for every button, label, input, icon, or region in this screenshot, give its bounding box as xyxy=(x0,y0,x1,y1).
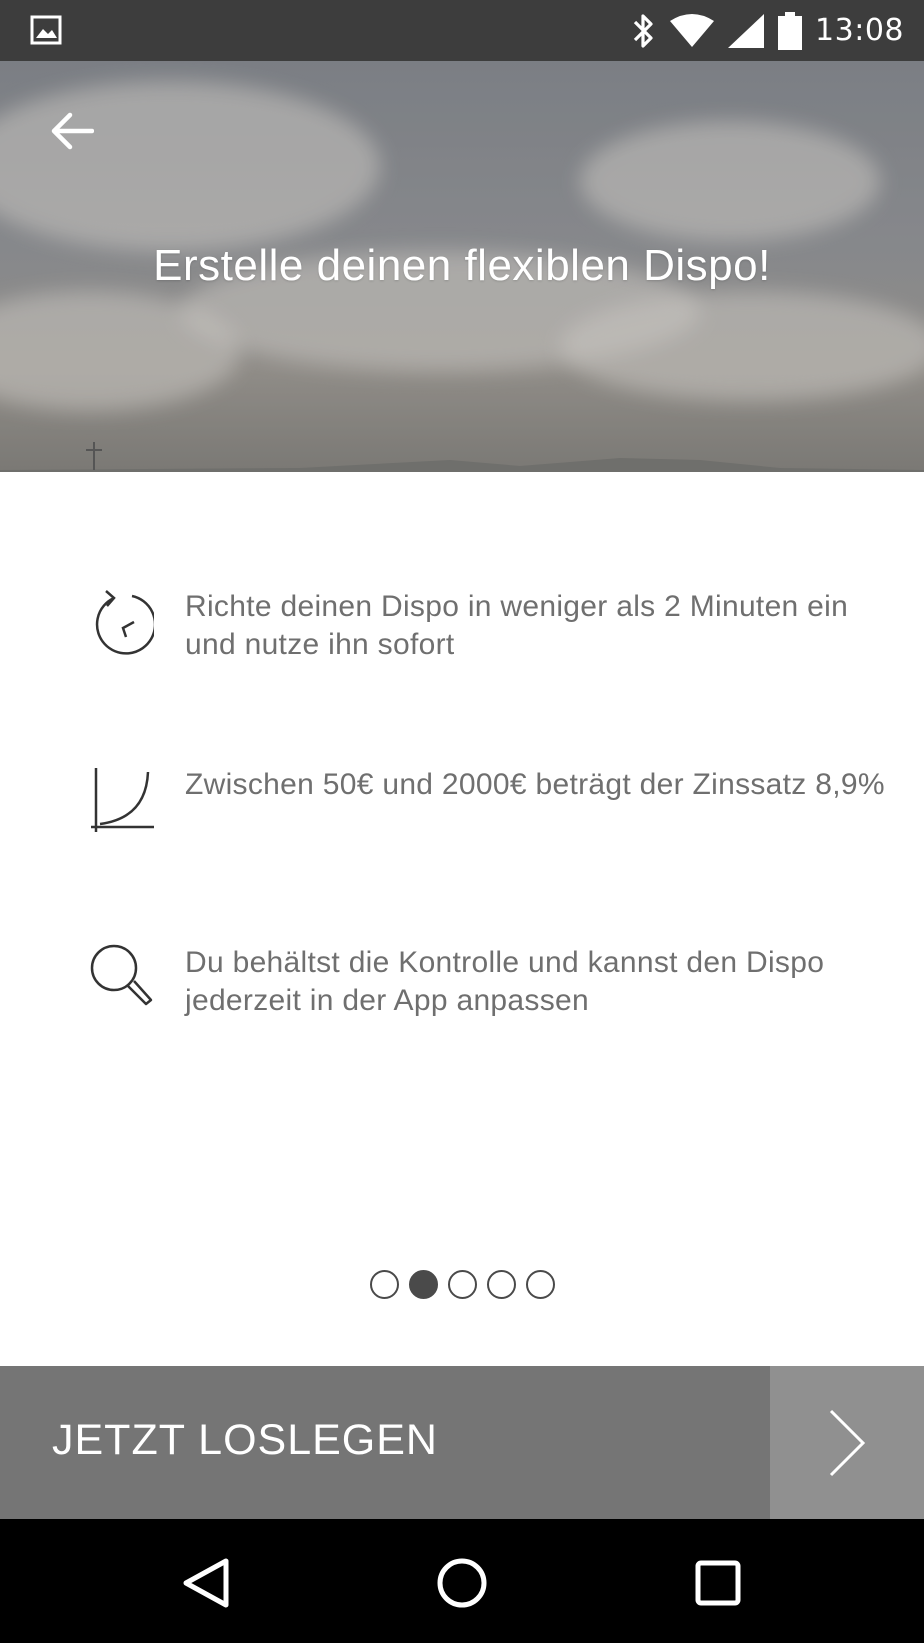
next-button[interactable] xyxy=(770,1366,924,1519)
gallery-notification-icon xyxy=(30,15,62,45)
back-button[interactable] xyxy=(46,105,98,157)
clock-refresh-icon xyxy=(95,590,154,655)
feature-text: Du behältst die Kontrolle und kannst den… xyxy=(185,946,825,1017)
wifi-icon xyxy=(670,13,715,47)
get-started-label: JETZT LOSLEGEN xyxy=(52,1416,438,1464)
chevron-right-icon xyxy=(829,1409,866,1476)
page-dot-2[interactable] xyxy=(408,1270,438,1299)
page-dot-1[interactable] xyxy=(369,1270,399,1299)
clock-time: 13:08 xyxy=(815,13,904,48)
growth-curve-icon xyxy=(91,768,154,832)
get-started-button[interactable]: JETZT LOSLEGEN xyxy=(0,1366,770,1519)
status-bar: 13:08 xyxy=(0,0,924,61)
horizon-silhouette xyxy=(0,442,924,472)
arrow-left-icon xyxy=(51,112,94,150)
page-indicator xyxy=(0,1270,924,1304)
back-triangle-icon[interactable] xyxy=(176,1553,236,1613)
recents-square-icon[interactable] xyxy=(688,1553,748,1613)
feature-item-interest-rate: Zwischen 50€ und 2000€ beträgt der Zinss… xyxy=(90,766,885,856)
page-dot-3[interactable] xyxy=(447,1270,477,1299)
page-title: Erstelle deinen flexiblen Dispo! xyxy=(153,241,771,290)
page-dot-5[interactable] xyxy=(525,1270,555,1299)
home-circle-icon[interactable] xyxy=(432,1553,492,1613)
system-navigation-bar xyxy=(0,1519,924,1643)
cell-signal-icon xyxy=(728,13,765,48)
battery-icon xyxy=(778,11,803,50)
page-dot-4[interactable] xyxy=(486,1270,516,1299)
feature-item-control: Du behältst die Kontrolle und kannst den… xyxy=(90,944,870,1034)
hero-banner: Erstelle deinen flexiblen Dispo! xyxy=(0,61,924,472)
feature-text: Zwischen 50€ und 2000€ beträgt der Zinss… xyxy=(185,768,885,801)
feature-text: Richte deinen Dispo in weniger als 2 Min… xyxy=(185,590,849,661)
magnifier-icon xyxy=(90,944,153,1006)
bluetooth-icon xyxy=(633,13,653,48)
feature-item-setup-time: Richte deinen Dispo in weniger als 2 Min… xyxy=(90,588,870,678)
